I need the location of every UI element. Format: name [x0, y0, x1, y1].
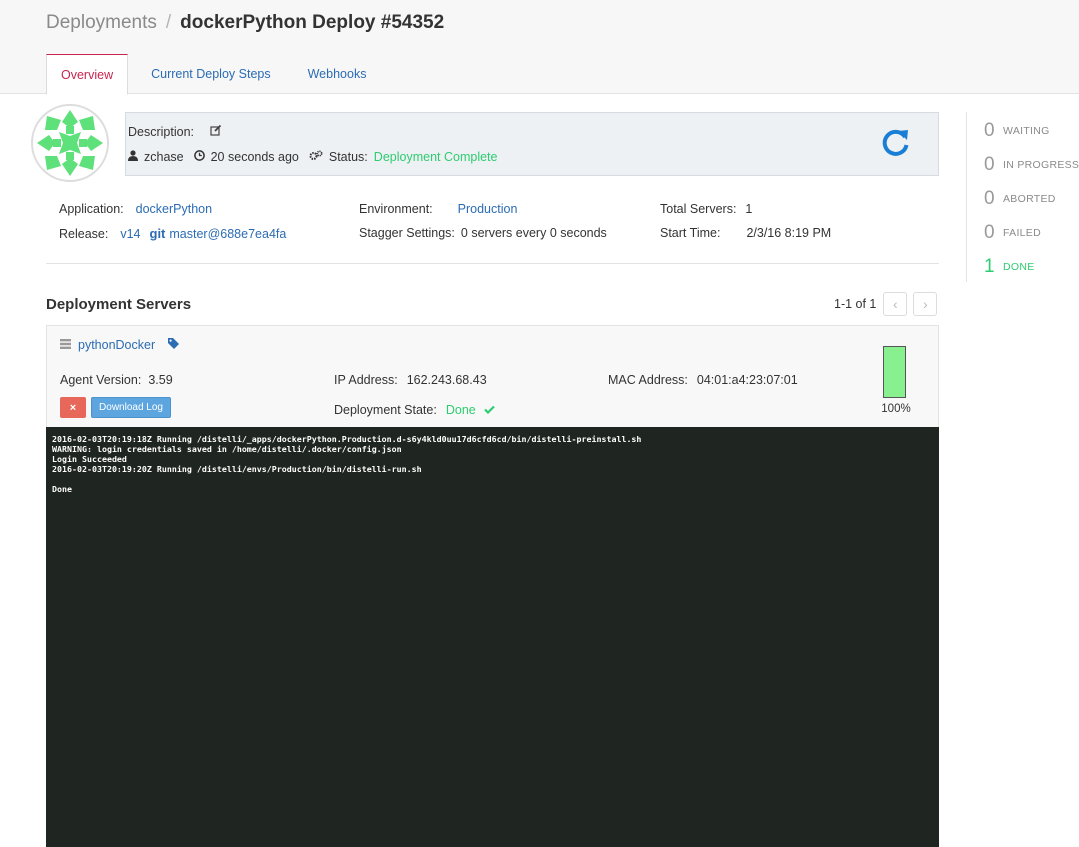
deployment-state-field: Deployment State: Done: [334, 403, 495, 417]
deployment-state-label: Deployment State:: [334, 403, 437, 417]
server-progress-fill: [884, 347, 905, 397]
agent-version-label: Agent Version:: [60, 373, 142, 387]
stagger-value: 0 servers every 0 seconds: [460, 226, 607, 240]
stat-waiting: 0 WAITING: [984, 120, 1050, 142]
stat-label: IN PROGRESS: [1003, 159, 1079, 171]
avatar: [31, 104, 109, 182]
server-name-link[interactable]: pythonDocker: [78, 338, 155, 352]
total-servers-label: Total Servers:: [660, 202, 737, 216]
tab-bar: Overview Current Deploy Steps Webhooks: [46, 54, 389, 95]
stat-count: 0: [984, 222, 995, 243]
total-servers-value: 1: [745, 202, 753, 216]
description-label: Description:: [128, 124, 194, 139]
page-title: dockerPython Deploy #54352: [180, 12, 445, 33]
server-progress-label: 100%: [881, 403, 911, 415]
stat-label: FAILED: [1003, 227, 1041, 239]
stat-label: ABORTED: [1003, 193, 1056, 205]
start-time-value: 2/3/16 8:19 PM: [746, 226, 832, 240]
deployment-summary-panel: [125, 112, 939, 176]
description-row: Description:: [128, 124, 222, 139]
download-log-button[interactable]: Download Log: [91, 397, 171, 418]
deployment-details: Application: dockerPython Release: v14 g…: [46, 196, 939, 264]
ip-address-field: IP Address: 162.243.68.43: [334, 373, 487, 387]
mac-address-label: MAC Address:: [608, 373, 688, 387]
page-header: Deployments / dockerPython Deploy #54352 O…: [0, 0, 1079, 95]
pager-range: 1-1 of 1: [834, 297, 877, 311]
total-servers-field: Total Servers: 1: [660, 202, 752, 216]
stat-label: WAITING: [1003, 125, 1050, 137]
release-version-link[interactable]: v14: [120, 227, 140, 241]
user-icon: [128, 150, 138, 164]
stagger-field: Stagger Settings: 0 servers every 0 seco…: [359, 226, 607, 240]
deploy-time-ago: 20 seconds ago: [210, 150, 299, 164]
server-name-row: pythonDocker: [60, 338, 180, 352]
gears-icon: [309, 150, 323, 164]
breadcrumb: Deployments / dockerPython Deploy #54352: [46, 12, 444, 34]
release-label: Release:: [59, 226, 109, 241]
stat-label: DONE: [1003, 261, 1035, 273]
status-value: Deployment Complete: [373, 150, 498, 164]
stat-count: 0: [984, 154, 995, 175]
refresh-icon[interactable]: [880, 126, 912, 158]
chevron-left-icon[interactable]: ‹: [883, 292, 908, 316]
deployment-meta-row: zchase 20 seconds ago Status: Deployment…: [128, 150, 507, 164]
mac-address-field: MAC Address: 04:01:a4:23:07:01: [608, 373, 798, 387]
application-label: Application:: [59, 202, 124, 216]
clock-icon: [193, 150, 205, 164]
cancel-deploy-button[interactable]: ×: [60, 397, 86, 418]
deploy-log-output: 2016-02-03T20:19:18Z Running /distelli/_…: [46, 427, 939, 847]
breadcrumb-deployments-link[interactable]: Deployments: [46, 12, 157, 33]
tag-icon[interactable]: [168, 338, 180, 352]
tab-overview[interactable]: Overview: [46, 54, 129, 95]
environment-field: Environment: Production: [359, 202, 517, 216]
stat-done: 1 DONE: [984, 256, 1035, 278]
servers-pager: 1-1 of 1 ‹ ›: [834, 292, 938, 316]
stat-count: 0: [984, 188, 995, 209]
mac-address-value: 04:01:a4:23:07:01: [696, 373, 798, 387]
ip-address-value: 162.243.68.43: [406, 373, 487, 387]
deployment-stats: 0 WAITING 0 IN PROGRESS 0 ABORTED 0 FAILED 1…: [966, 112, 1079, 282]
agent-version-field: Agent Version: 3.59: [60, 373, 173, 387]
ip-address-label: IP Address:: [334, 373, 398, 387]
release-commit-link[interactable]: master@688e7ea4fa: [169, 227, 286, 241]
server-icon: [60, 338, 71, 352]
servers-section-title: Deployment Servers: [46, 296, 192, 313]
release-field: Release: v14 git master@688e7ea4fa: [59, 226, 286, 241]
git-icon: git: [149, 226, 166, 241]
agent-version-value: 3.59: [148, 373, 173, 387]
start-time-field: Start Time: 2/3/16 8:19 PM: [660, 226, 831, 240]
chevron-right-icon[interactable]: ›: [913, 292, 938, 316]
status-label: Status:: [328, 150, 368, 164]
breadcrumb-separator: /: [165, 12, 172, 33]
stagger-label: Stagger Settings:: [359, 226, 455, 240]
tab-current-deploy-steps[interactable]: Current Deploy Steps: [137, 54, 285, 94]
environment-link[interactable]: Production: [458, 202, 518, 216]
deployed-by-user: zchase: [144, 150, 184, 164]
stat-count: 1: [984, 256, 995, 277]
server-progress-bar: [883, 346, 906, 398]
identicon-image: [37, 110, 103, 176]
application-field: Application: dockerPython: [59, 202, 212, 216]
stat-count: 0: [984, 120, 995, 141]
application-link[interactable]: dockerPython: [136, 202, 212, 216]
stat-aborted: 0 ABORTED: [984, 188, 1056, 210]
stat-in-progress: 0 IN PROGRESS: [984, 154, 1079, 176]
environment-label: Environment:: [359, 202, 433, 216]
stat-failed: 0 FAILED: [984, 222, 1041, 244]
deployment-state-value: Done: [445, 403, 476, 417]
tab-webhooks[interactable]: Webhooks: [294, 54, 381, 94]
start-time-label: Start Time:: [660, 226, 721, 240]
edit-icon[interactable]: [210, 124, 222, 139]
checkmark-icon: [483, 403, 495, 417]
